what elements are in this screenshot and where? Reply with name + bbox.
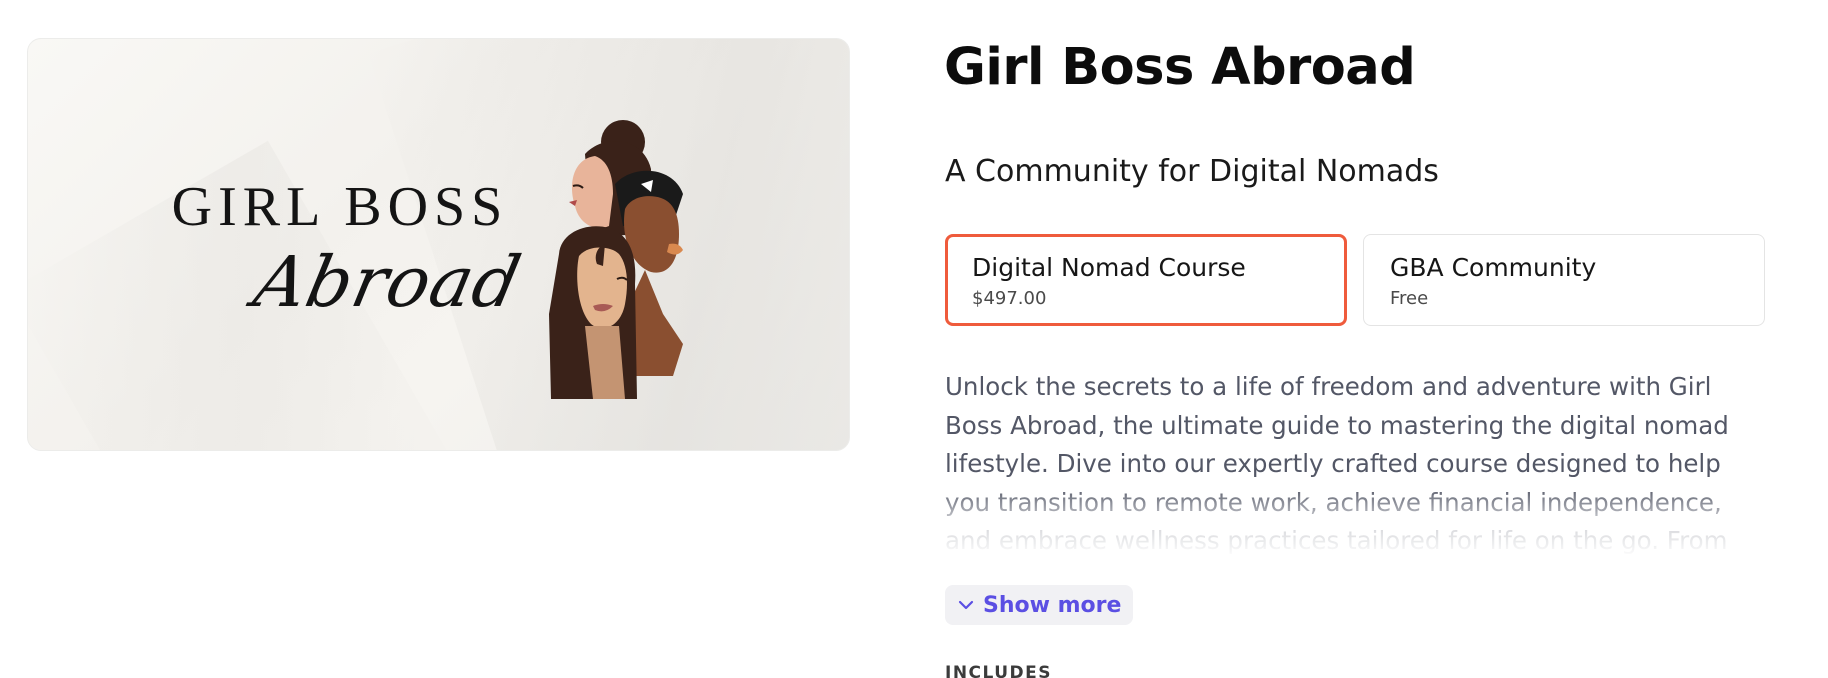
three-women-illustration: [549, 120, 683, 399]
pricing-option-name: GBA Community: [1390, 253, 1597, 282]
pricing-option-gba-community[interactable]: GBA Community Free: [1363, 234, 1765, 326]
pricing-option-digital-nomad-course[interactable]: Digital Nomad Course $497.00: [945, 234, 1347, 326]
pricing-option-price: Free: [1390, 288, 1429, 309]
product-description: Unlock the secrets to a life of freedom …: [945, 372, 1729, 555]
pricing-option-name: Digital Nomad Course: [972, 253, 1246, 282]
hero-logo-wordmark: GIRL BOSS: [171, 176, 509, 238]
product-subtitle: A Community for Digital Nomads: [945, 154, 1439, 189]
hero-logo-script: Abroad: [247, 241, 529, 323]
show-more-button[interactable]: Show more: [945, 585, 1134, 625]
product-title: Girl Boss Abroad: [944, 38, 1416, 97]
chevron-down-icon: [958, 600, 974, 610]
pricing-option-price: $497.00: [972, 288, 1047, 309]
show-more-label: Show more: [983, 592, 1122, 618]
product-page: GIRL BOSS Abroad Girl Boss Abroad A Comm…: [0, 0, 1828, 678]
includes-heading: INCLUDES: [945, 663, 1053, 678]
product-hero-image: GIRL BOSS Abroad: [27, 38, 850, 451]
